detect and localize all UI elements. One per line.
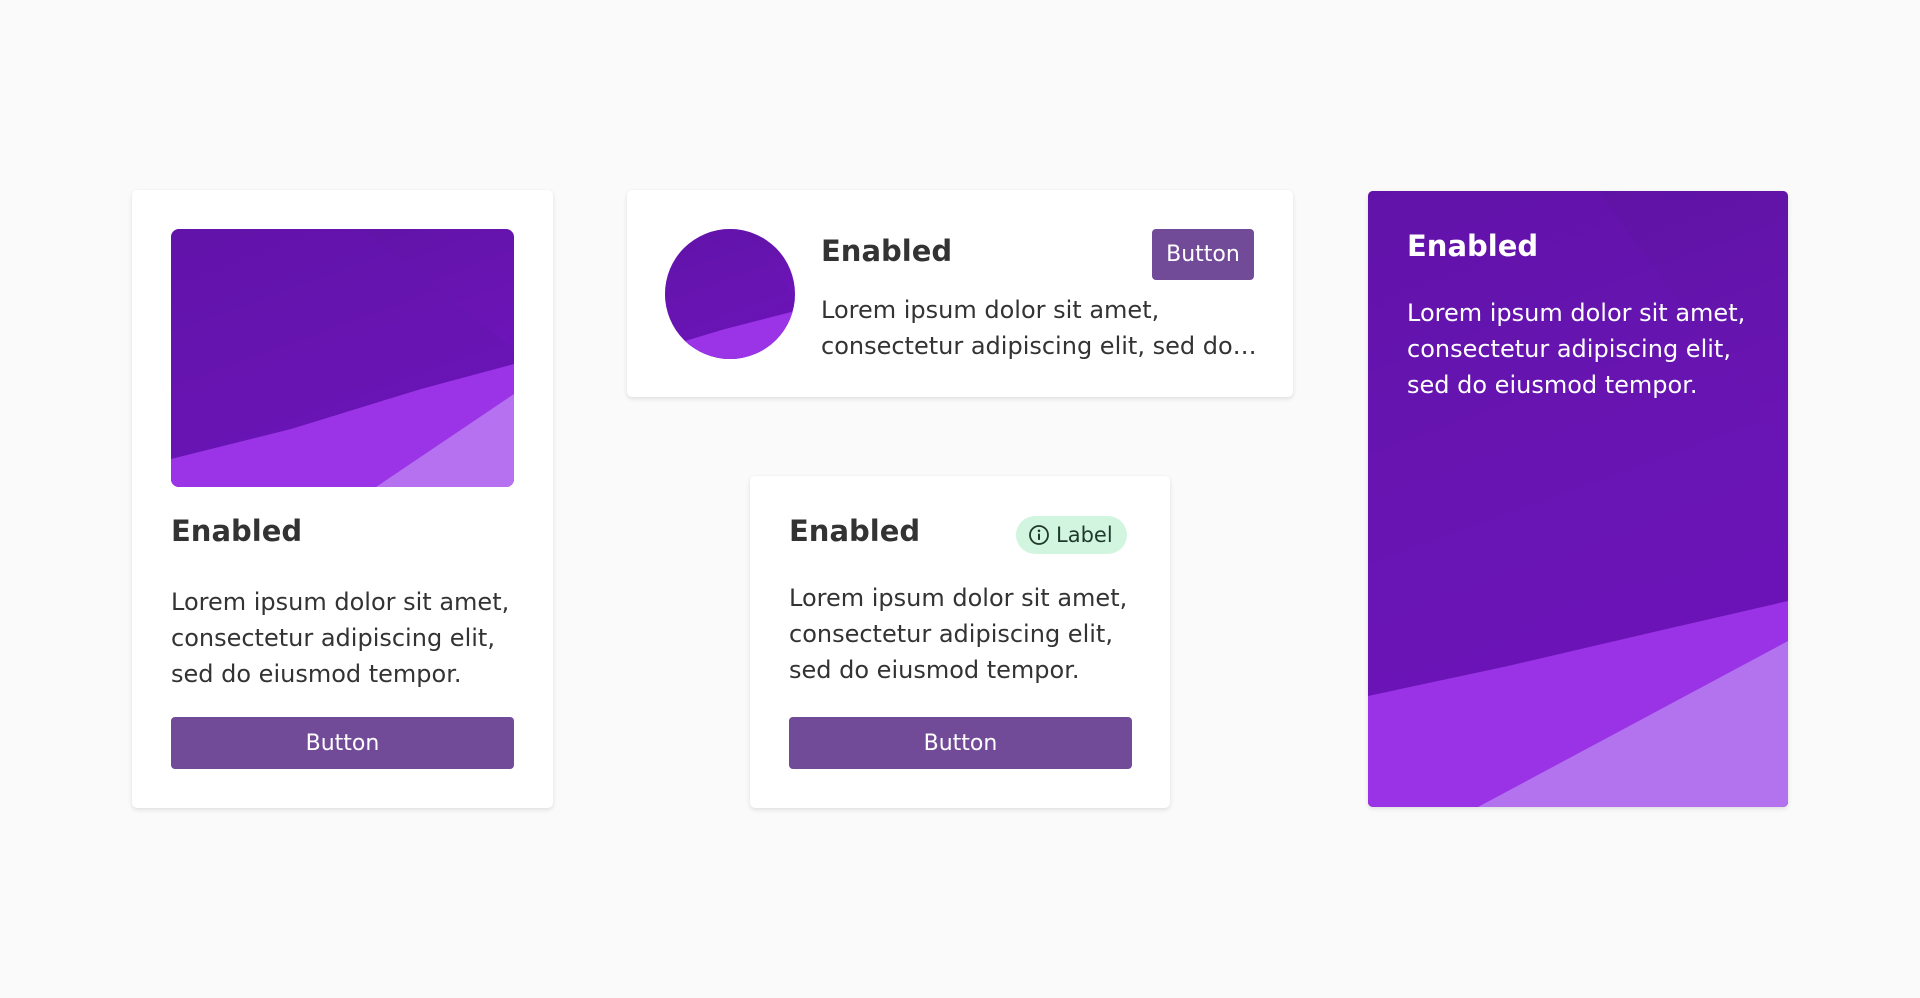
card-action-button[interactable]: Button (171, 717, 514, 769)
card-background-image (1368, 191, 1788, 807)
card-action-button[interactable]: Button (1152, 229, 1254, 280)
media-card: Enabled Lorem ipsum dolor sit amet, cons… (132, 190, 553, 808)
card-image (171, 229, 514, 487)
image-background-card: Enabled Lorem ipsum dolor sit amet, cons… (1368, 191, 1788, 807)
card-title: Enabled (1407, 229, 1539, 263)
card-body-text: Lorem ipsum dolor sit amet, consectetur … (171, 588, 510, 688)
card-body-line-1: Lorem ipsum dolor sit amet, (821, 296, 1160, 324)
card-action-button[interactable]: Button (789, 717, 1132, 769)
card-body-line-2: consectetur adipiscing elit, sed do eius… (821, 332, 1261, 360)
card-body-text: Lorem ipsum dolor sit amet, consectetur … (1407, 299, 1746, 399)
label-card: Enabled Label Lorem ipsum dolor sit amet… (750, 476, 1170, 808)
info-icon (1028, 524, 1050, 546)
card-title: Enabled (821, 234, 953, 268)
status-badge: Label (1016, 516, 1127, 554)
horizontal-card: Enabled Button Lorem ipsum dolor sit ame… (627, 190, 1293, 397)
card-body-text: Lorem ipsum dolor sit amet, consectetur … (789, 584, 1128, 684)
badge-label: Label (1056, 523, 1113, 547)
card-title: Enabled (171, 514, 303, 548)
card-avatar-image (665, 229, 795, 359)
card-body-text: Lorem ipsum dolor sit amet, consectetur … (821, 292, 1261, 364)
card-title: Enabled (789, 514, 921, 548)
